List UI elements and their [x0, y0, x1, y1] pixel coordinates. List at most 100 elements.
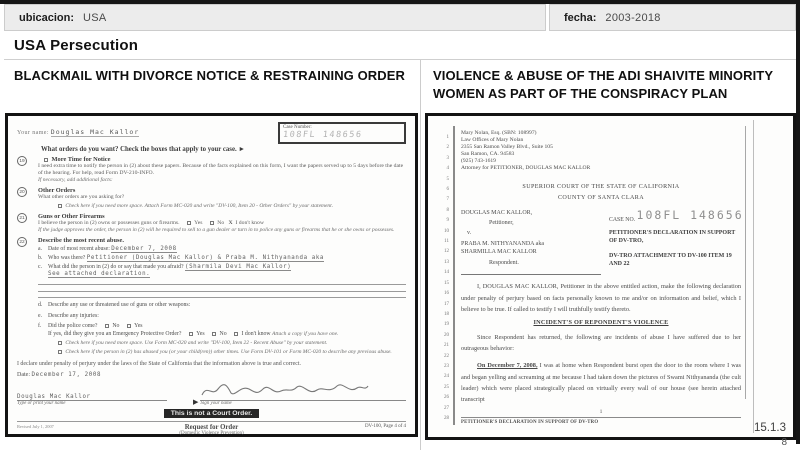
attorney-line-3: 2355 San Ramon Valley Blvd., Suite 105: [461, 144, 741, 151]
location-cell: ubicacion: USA: [4, 4, 546, 31]
respondent-role: Respondent.: [489, 260, 601, 266]
pleading-page-number: 1: [461, 409, 741, 415]
item-19-body: I need extra time to notify the person i…: [38, 163, 406, 177]
case-no-label: CASE NO.: [609, 217, 635, 223]
item-22-note2-text: Check here if the person in (2) has abus…: [65, 349, 391, 355]
pleading-left-rule: [453, 126, 455, 425]
item-22a-value: December 7, 2008: [111, 246, 176, 253]
typed-name-block: Douglas Mac Kallor Type or print your na…: [17, 394, 167, 406]
form-footer-revision: Revised July 1, 2007: [17, 424, 107, 429]
item-21-yes: Yes: [194, 220, 202, 226]
form-item-19: 19 More Time for Notice I need extra tim…: [17, 156, 406, 184]
form-footer-page: DV-100, Page 4 of 4: [316, 424, 406, 429]
item-22c: c. What did the person in (2) do or say …: [38, 264, 406, 279]
item-22-title: Describe the most recent abuse.: [38, 237, 406, 244]
item-22c-letter: c.: [38, 264, 48, 279]
item-22d: d. Describe any use or threatened use of…: [38, 302, 406, 310]
item-21-yes-checkbox: [187, 221, 191, 225]
attorney-line-4: San Ramon, CA. 94583: [461, 151, 741, 158]
form-item-21: 21 Guns or Other Firearms I believe the …: [17, 213, 406, 234]
item-22d-letter: d.: [38, 302, 48, 310]
item-22-note1: Check here if you need more space. Use F…: [52, 340, 406, 347]
item-22a: a. Date of most recent abuse: December 7…: [38, 246, 406, 254]
versus: v.: [467, 230, 601, 236]
item-20-body: What other orders are you asking for?: [38, 194, 406, 201]
attorney-line-2: Law Offices of Mary Nolan: [461, 137, 741, 144]
item-22f2-no: No: [220, 331, 227, 337]
item-22f2-yes-checkbox: [189, 332, 193, 336]
item-22b-line: Who was there? Petitioner (Douglas Mac K…: [48, 255, 406, 263]
item-22a-letter: a.: [38, 246, 48, 254]
sign-caption: Sign your name: [200, 401, 406, 406]
item-22f2-dontknow: I don't know: [242, 331, 271, 337]
form-footer-subtitle: (Domestic Violence Prevention): [107, 431, 316, 436]
item-22b-label: Who was there?: [48, 255, 85, 261]
slide-page-number: 8: [781, 437, 787, 448]
date-value: December 17, 2008: [32, 372, 102, 378]
not-court-order-badge: This is not a Court Order.: [164, 409, 260, 419]
slide: ubicacion: USA fecha: 2003-2018 USA Pers…: [0, 0, 800, 450]
date-label: Date:: [17, 372, 30, 378]
item-22e-label: Describe any injuries:: [48, 313, 406, 321]
right-document-panel: 1234567891011121314151617181920212223242…: [425, 113, 796, 440]
item-22f-no-checkbox: [105, 324, 109, 328]
pointer-icon: ►: [238, 146, 245, 153]
item-22f-letter: f.: [38, 323, 48, 338]
pleading-footer: PETITIONER'S DECLARATION IN SUPPORT OF D…: [461, 417, 741, 425]
pleading-title-2: DV-TRO ATTACHMENT TO DV-100 ITEM 19 AND …: [609, 252, 741, 268]
item-22b-value: Petitioner (Douglas Mac Kallor) & Praba …: [87, 255, 324, 262]
petitioner-name: DOUGLAS MAC KALLOR,: [461, 210, 601, 216]
page-title: USA Persecution: [14, 37, 138, 54]
item-21-body: I believe the person in (2) owns or poss…: [38, 220, 180, 226]
signature-arrow-icon: ▶: [193, 398, 198, 406]
badge-row: This is not a Court Order.: [17, 409, 406, 419]
date-cell: fecha: 2003-2018: [549, 4, 796, 31]
item-22-note2-checkbox: [58, 350, 62, 354]
form-item-20: 20 Other Orders What other orders are yo…: [17, 187, 406, 210]
case-number-stamp: 108FL 148656: [637, 208, 744, 222]
orders-question-text: What orders do you want? Check the boxes…: [41, 146, 237, 153]
petitioner-role: Petitioner,: [489, 220, 601, 226]
location-label: ubicacion:: [19, 12, 74, 24]
signature-scribble: [200, 382, 406, 401]
item-21-number: 21: [17, 213, 27, 223]
item-22f-yes-checkbox: [127, 324, 131, 328]
item-21-x-mark: X: [229, 220, 233, 226]
item-22d-label: Describe any use or threatened use of gu…: [48, 302, 406, 310]
signature-block: ▶ Sign your name: [167, 382, 406, 406]
respondent-name-2: SHARMILLA MAC KALLOR: [461, 248, 601, 256]
item-21-note: If the judge approves the order, the per…: [38, 227, 406, 234]
item-22f2-no-checkbox: [212, 332, 216, 336]
item-21-dontknow: I don't know: [235, 220, 264, 226]
item-20-note: Check here if you need more space. Attac…: [52, 203, 406, 210]
dv100-form: Your name: Douglas Mac Kallor Case Numbe…: [8, 116, 415, 434]
pleading-page: 1234567891011121314151617181920212223242…: [436, 120, 754, 433]
meta-header-row: ubicacion: USA fecha: 2003-2018: [4, 4, 796, 31]
pleading-title-1: PETITIONER'S DECLARATION IN SUPPORT OF D…: [609, 229, 741, 245]
item-20-number: 20: [17, 187, 27, 197]
signature-row: Douglas Mac Kallor Type or print your na…: [17, 382, 406, 406]
form-item-22: 22 Describe the most recent abuse. a. Da…: [17, 237, 406, 356]
item-22-note2: Check here if the person in (2) has abus…: [52, 349, 406, 356]
item-22f-no: No: [112, 323, 119, 329]
location-value: USA: [83, 12, 107, 24]
your-name-label: Your name:: [17, 130, 49, 136]
date-value: 2003-2018: [605, 12, 660, 24]
column-header-row: BLACKMAIL WITH DIVORCE NOTICE & RESTRAIN…: [4, 60, 796, 113]
item-22f3-note: Attach a copy if you have one.: [272, 331, 338, 337]
item-22f2-yes: Yes: [196, 331, 204, 337]
item-22f-line: Did the police come? No Yes If yes, did …: [48, 323, 406, 338]
item-22f2-dontknow-checkbox: [234, 332, 238, 336]
your-name-line: Your name: Douglas Mac Kallor: [17, 128, 139, 136]
left-column-header: BLACKMAIL WITH DIVORCE NOTICE & RESTRAIN…: [4, 60, 420, 113]
your-name-value: Douglas Mac Kallor: [51, 128, 139, 137]
respondent-name-1: PRABA M. NITHYANANDA aka: [461, 240, 601, 248]
item-19-checkbox: [44, 158, 48, 162]
item-22c-label: What did the person in (2) do or say tha…: [48, 264, 184, 270]
line-numbers: 1234567891011121314151617181920212223242…: [439, 133, 449, 424]
incidents-heading: INCIDENT'S OF REPONDENT'S VIOLENCE: [461, 319, 741, 326]
case-number-handwritten: 108FL 148656: [282, 130, 401, 140]
item-22-number: 22: [17, 237, 27, 247]
item-21-no: No: [217, 220, 224, 226]
item-20-checkbox: [58, 204, 62, 208]
